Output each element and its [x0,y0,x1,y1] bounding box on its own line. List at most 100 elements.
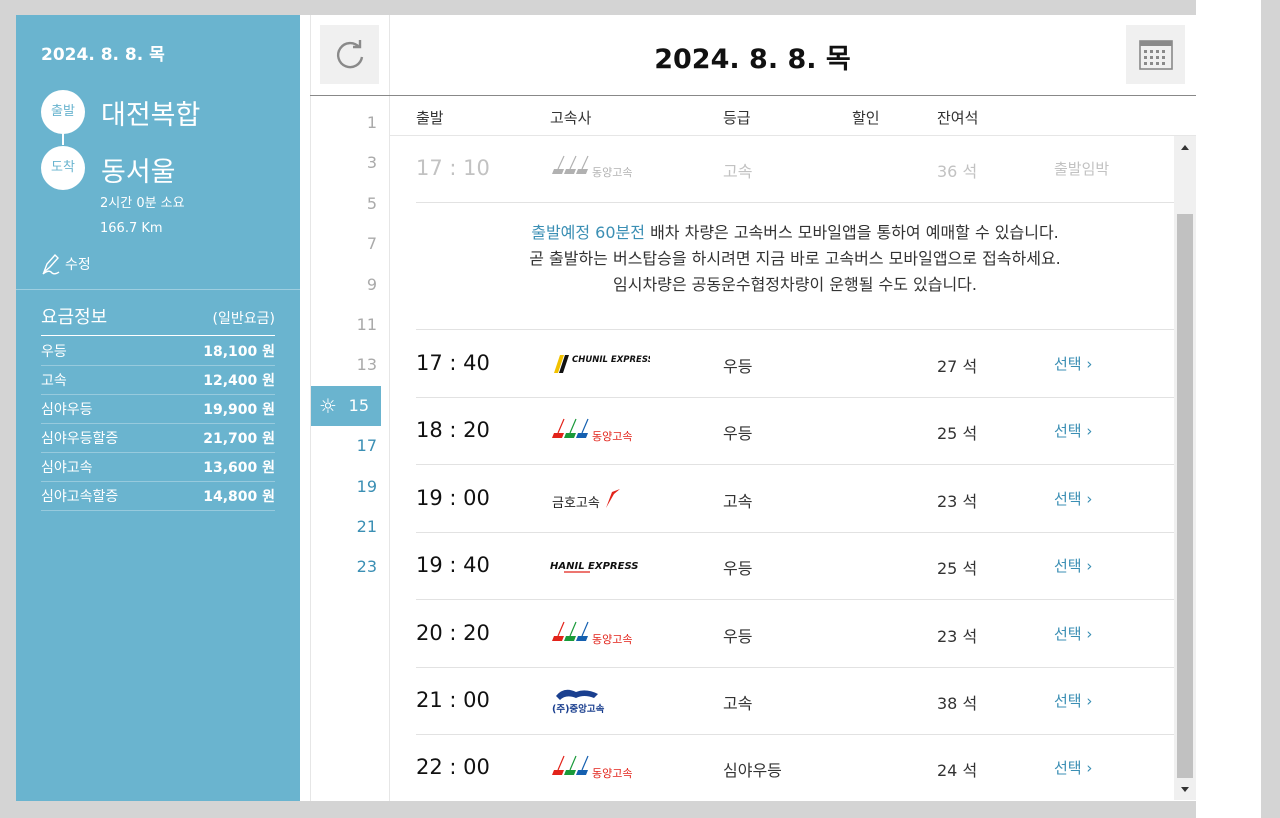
refresh-icon [336,39,363,68]
hour-11[interactable]: 11 [311,305,389,345]
notice-line-1: 출발예정 60분전 배차 차량은 고속버스 모바일앱을 통하여 예매할 수 있습… [416,220,1174,246]
select-button[interactable]: 선택 › [1054,488,1092,509]
schedule-row[interactable]: 21 : 00 (주)중앙고속 고속 38 석 선택 › [416,668,1174,735]
fare-title: 요금정보 [41,307,108,328]
company-name: CHUNIL EXPRESS [572,355,650,365]
fare-row: 심야우등 19,900 원 [41,395,275,424]
schedule-row[interactable]: 19 : 00 금호고속 고속 23 석 선택 › [416,466,1174,533]
chevron-right-icon: › [1086,557,1093,575]
departure-badge: 출발 [41,90,85,134]
bus-grade: 우등 [723,357,753,376]
remaining-seats: 25 석 [937,424,978,443]
schedule-row[interactable]: 17 : 40 CHUNIL EXPRESS 우등 27 석 선택 › [416,331,1174,398]
notice-line-3: 임시차량은 공동운수협정차량이 운행될 수도 있습니다. [613,275,977,294]
departure-time: 20 : 20 [416,621,490,645]
notice-line-2: 곧 출발하는 버스탑승을 하시려면 지금 바로 고속버스 모바일앱으로 접속하세… [529,249,1061,268]
fare-name: 우등 [41,344,67,360]
col-company: 고속사 [550,109,592,127]
select-label: 선택 [1054,557,1082,575]
select-button[interactable]: 선택 › [1054,757,1092,778]
company-name: 동양고속 [592,633,632,646]
fare-header: 요금정보 (일반요금) [41,303,275,336]
fare-row: 심야우등할증 21,700 원 [41,424,275,453]
chevron-right-icon: › [1086,692,1093,710]
chevron-right-icon: › [1086,422,1093,440]
company-name: 금호고속 [552,496,600,511]
chunil-express-logo-icon: CHUNIL EXPRESS [554,355,650,373]
hour-7[interactable]: 7 [311,224,389,264]
outer-right-edge [1261,0,1280,818]
calendar-icon [1138,39,1173,70]
bus-grade: 고속 [723,694,753,713]
bus-grade: 우등 [723,559,753,578]
select-label: 선택 [1054,422,1082,440]
company-name: (주)중앙고속 [552,703,605,715]
fare-note: (일반요금) [212,311,275,327]
bus-grade: 우등 [723,424,753,443]
hour-5[interactable]: 5 [311,184,389,224]
select-button[interactable]: 선택 › [1054,623,1092,644]
fare-price: 13,600 원 [203,460,275,476]
departure-time: 17 : 40 [416,351,490,375]
edit-route-button[interactable]: 수정 [41,253,91,275]
hour-13[interactable]: 13 [311,345,389,385]
hour-15-active[interactable]: ☼ 15 [311,385,381,427]
remaining-seats: 25 석 [937,559,978,578]
hour-selector: 1 3 5 7 9 11 13 ☼ 15 17 19 21 23 [311,103,389,588]
dongyang-logo-icon: 동양고속 [552,621,632,646]
schedule-row[interactable]: 18 : 20 동양고속 우등 25 석 선택 › [416,398,1174,465]
fare-price: 14,800 원 [203,489,275,505]
fare-price: 19,900 원 [203,402,275,418]
hour-21[interactable]: 21 [311,507,389,547]
fare-row: 심야고속 13,600 원 [41,453,275,482]
refresh-button[interactable] [320,25,379,84]
departure-time: 22 : 00 [416,755,490,779]
scroll-up-button[interactable] [1174,136,1196,158]
chevron-right-icon: › [1086,355,1093,373]
departure-time: 19 : 00 [416,486,490,510]
fare-name: 심야고속 [41,460,93,476]
trip-duration: 2시간 0분 소요 [100,196,185,211]
bus-grade: 우등 [723,627,753,646]
scroll-down-button[interactable] [1174,778,1196,800]
col-discount: 할인 [852,109,880,127]
schedule-row[interactable]: 19 : 40 HANIL EXPRESS 우등 25 석 선택 › [416,533,1174,600]
fare-price: 18,100 원 [203,344,275,360]
fare-row: 우등 18,100 원 [41,337,275,366]
select-button[interactable]: 선택 › [1054,353,1092,374]
hour-19[interactable]: 19 [311,467,389,507]
fare-name: 심야우등 [41,402,93,418]
select-label: 선택 [1054,355,1082,373]
dongyang-logo-icon: 동양고속 [552,755,632,780]
col-grade: 등급 [723,109,751,127]
fare-row: 심야고속할증 14,800 원 [41,482,275,511]
arrow-up-icon [1181,144,1189,150]
select-button[interactable]: 선택 › [1054,555,1092,576]
hanil-express-logo-icon: HANIL EXPRESS [550,561,639,573]
select-button[interactable]: 선택 › [1054,420,1092,441]
select-label: 선택 [1054,692,1082,710]
schedule-row[interactable]: 22 : 00 동양고속 심야우등 24 석 선택 › [416,735,1174,800]
bus-grade: 고속 [723,162,753,181]
hour-3[interactable]: 3 [311,143,389,183]
select-label: 선택 [1054,759,1082,777]
select-label: 선택 [1054,625,1082,643]
select-button[interactable]: 선택 › [1054,690,1092,711]
calendar-button[interactable] [1126,25,1185,84]
notice-box: 출발예정 60분전 배차 차량은 고속버스 모바일앱을 통하여 예매할 수 있습… [416,202,1174,330]
hour-23[interactable]: 23 [311,547,389,587]
col-departure: 출발 [416,109,444,127]
remaining-seats: 38 석 [937,694,978,713]
schedule-row[interactable]: 20 : 20 동양고속 우등 23 석 선택 › [416,601,1174,668]
hour-1[interactable]: 1 [311,103,389,143]
app-frame: 2024. 8. 8. 목 출발 대전복합 도착 동서울 2시간 0분 소요 1… [16,15,1196,801]
list-scrollbar[interactable] [1174,136,1196,800]
hour-9[interactable]: 9 [311,265,389,305]
scroll-thumb[interactable] [1177,214,1193,778]
pen-icon [42,253,60,275]
arrival-terminal: 동서울 [101,157,176,188]
sidebar-divider [16,289,300,290]
select-label: 선택 [1054,490,1082,508]
fare-name: 고속 [41,373,67,389]
hour-17[interactable]: 17 [311,426,389,466]
